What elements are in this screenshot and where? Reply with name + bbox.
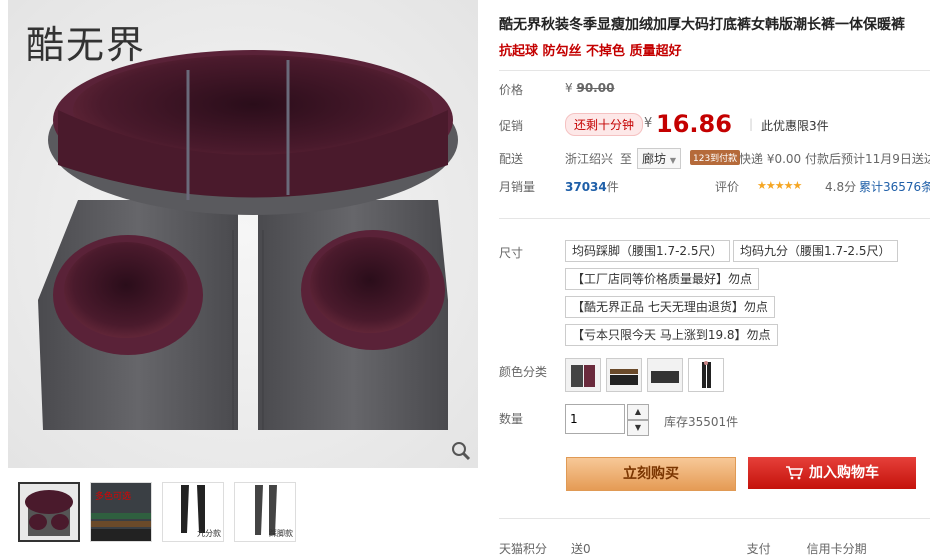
countdown-badge: 还剩十分钟 [565,113,644,136]
promo-note: 此优惠限3件 [761,119,829,133]
quantity-input[interactable] [565,404,625,434]
color-option-4[interactable] [688,358,724,392]
sales-label: 月销量 [499,180,536,194]
color-option-2[interactable] [606,358,642,392]
leggings-image [8,0,478,468]
cart-icon [786,466,803,480]
product-gallery: 酷无界 多色可选 九分款 踩脚款 [8,0,478,546]
separator: | [749,117,754,131]
original-price: ¥ 90.00 [565,81,614,95]
ship-to-word: 至 [620,152,633,166]
shipping-label: 配送 [499,152,524,166]
ship-method: 快递 ¥0.00 付款后预计11月9日送达 [739,152,930,166]
size-option-3[interactable]: 【工厂店同等价格质量最好】勿点 [565,268,760,290]
add-to-cart-label: 加入购物车 [809,465,879,481]
currency-symbol: ¥ [565,81,573,95]
rating-label: 评价 [715,180,740,194]
product-title: 酷无界秋装冬季显瘦加绒加厚大码打底裤女韩版潮长裤一体保暖裤 [499,17,905,33]
thumbnail-caption: 踩脚款 [269,529,293,538]
ship-badge: 123到付款 [690,150,741,165]
total-reviews-link[interactable]: 累计36576条 [859,178,930,195]
size-label: 尺寸 [499,246,524,260]
star-rating-icon: ★★★★★ [757,179,802,192]
color-option-3[interactable] [647,358,683,392]
sales-unit: 件 [606,180,619,194]
thumbnail-tag: 多色可选 [95,492,132,502]
divider [499,518,930,519]
size-option-4[interactable]: 【酷无界正品 七天无理由退货】勿点 [565,296,775,318]
price-label: 价格 [499,83,524,97]
brand-watermark: 酷无界 [26,23,147,67]
original-price-value: 90.00 [576,81,615,95]
rating-score: 4.8分 [825,180,857,194]
promo-label: 促销 [499,119,524,133]
sales-count: 37034 [565,180,607,194]
divider [499,218,930,219]
color-label: 颜色分类 [499,365,548,379]
bottom-info-row: 天猫积分 送0 支付 信用卡分期 按揭有 [499,542,930,556]
size-option-5[interactable]: 【亏本只限今天 马上涨到19.8】勿点 [565,324,778,346]
qty-label: 数量 [499,412,524,426]
thumbnail-2[interactable]: 多色可选 [90,482,152,542]
zoom-icon[interactable] [450,440,472,462]
add-to-cart-button[interactable]: 加入购物车 [748,457,916,489]
size-option-1[interactable]: 均码踩脚（腰围1.7-2.5尺） [565,240,730,262]
promo-currency: ¥ [644,116,653,131]
thumbnail-1[interactable] [18,482,80,542]
divider [499,70,930,71]
qty-decrease-button[interactable]: ▼ [627,420,649,436]
color-option-1[interactable] [565,358,601,392]
buy-now-button[interactable]: 立刻购买 [566,457,736,491]
stock-text: 库存35501件 [664,415,739,429]
promo-price: 16.86 [656,110,732,138]
thumbnail-3[interactable]: 九分款 [162,482,224,542]
thumbnail-strip: 多色可选 九分款 踩脚款 [18,482,296,542]
size-option-2[interactable]: 均码九分（腰围1.7-2.5尺） [733,240,898,262]
product-info-panel: 酷无界秋装冬季显瘦加绒加厚大码打底裤女韩版潮长裤一体保暖裤 抗起球 防勾丝 不掉… [499,0,930,556]
main-product-image[interactable]: 酷无界 [8,0,478,468]
product-subtitle: 抗起球 防勾丝 不掉色 质量超好 [499,44,682,59]
ship-to-select[interactable]: 廊坊 ▼ [637,148,681,169]
qty-increase-button[interactable]: ▲ [627,404,649,420]
ship-to-value: 廊坊 [642,152,667,166]
thumbnail-4[interactable]: 踩脚款 [234,482,296,542]
ship-from: 浙江绍兴 [565,152,614,166]
chevron-down-icon: ▼ [669,156,676,165]
thumbnail-caption: 九分款 [197,529,221,538]
